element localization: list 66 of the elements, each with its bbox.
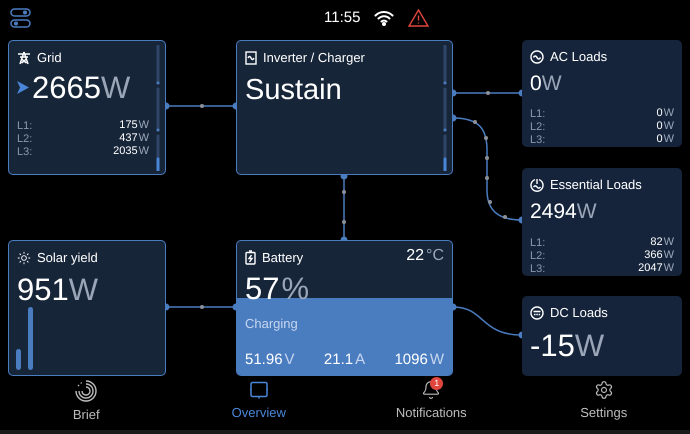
battery-charging-icon xyxy=(245,250,256,266)
power-value: 2494W xyxy=(530,200,597,222)
power-value: 2665W xyxy=(32,72,130,102)
toggles-icon xyxy=(10,8,32,28)
grid-card[interactable]: Grid 2665W L1: 175W L2: 437W L3: 2035W xyxy=(8,40,166,175)
phase-label: L3: xyxy=(17,146,32,158)
warning-icon xyxy=(408,9,430,28)
nav-tab[interactable]: Brief xyxy=(0,377,172,430)
card-title: DC Loads xyxy=(550,304,608,322)
phase-value: 0W xyxy=(656,120,674,134)
phase-value: 0W xyxy=(656,108,674,120)
bell-icon xyxy=(421,380,442,400)
card-title: AC Loads xyxy=(550,48,608,66)
dc-loads-card[interactable]: DC Loads -15W xyxy=(522,296,682,376)
charge-value: 57% xyxy=(245,270,310,306)
phase-value: 175W xyxy=(119,120,149,132)
ac-loads-card[interactable]: AC Loads 0W L1: 0W L2: 0W L3: 0W xyxy=(522,40,682,147)
card-title: Battery xyxy=(262,249,304,267)
phase-label: L3: xyxy=(530,262,546,276)
phase-value: 2035W xyxy=(113,146,149,158)
phase-label: L2: xyxy=(17,132,32,146)
nav-tab[interactable]: Settings xyxy=(518,377,690,430)
arrow-icon xyxy=(17,80,29,94)
card-title: Essential Loads xyxy=(550,176,642,194)
power-value: 951W xyxy=(17,272,98,306)
phase-label: L2: xyxy=(530,250,546,262)
essential-loads-card[interactable]: Essential Loads 2494W L1: 82W L2: 366W L3: 2047W xyxy=(522,168,682,276)
yield-bars-drawing xyxy=(16,307,34,370)
dc-load-icon xyxy=(530,306,544,320)
battery-reading: 51.96V xyxy=(245,352,295,367)
pylon-icon xyxy=(17,50,31,65)
phase-value: 366W xyxy=(644,250,674,262)
phase-label: L1: xyxy=(17,120,32,132)
wifi-icon xyxy=(374,10,394,26)
overview-icon xyxy=(248,380,269,400)
phase-value: 437W xyxy=(119,132,149,146)
notification-badge: 1 xyxy=(430,377,444,390)
inverter-state: Sustain xyxy=(245,74,342,106)
phase-value: 2047W xyxy=(638,262,674,276)
phase-value: 0W xyxy=(656,134,674,146)
phase-label: L1: xyxy=(530,108,546,120)
card-title: Grid xyxy=(37,49,62,67)
phase-value: 82W xyxy=(650,236,674,250)
phase-label: L1: xyxy=(530,236,546,250)
phase-label: L3: xyxy=(530,134,546,146)
sine-wave-icon xyxy=(530,50,544,64)
temperature-value: 22°C xyxy=(406,248,444,264)
power-value: 0W xyxy=(530,72,562,94)
battery-status: Charging xyxy=(245,314,299,333)
phase-label: L2: xyxy=(530,120,546,134)
inverter-icon xyxy=(245,50,257,65)
sun-icon xyxy=(17,250,31,265)
battery-reading: 1096W xyxy=(394,352,444,367)
power-value: -15W xyxy=(530,328,604,362)
clock-time: 11:55 xyxy=(324,8,360,28)
card-title: Inverter / Charger xyxy=(263,49,365,67)
inverter-card[interactable]: Inverter / Charger Sustain xyxy=(236,40,453,175)
nav-tab[interactable]: Overview xyxy=(172,377,345,430)
nav-tab[interactable]: 1 Notifications xyxy=(345,377,518,430)
solar-card[interactable]: Solar yield 951W xyxy=(8,240,166,376)
essential-load-icon xyxy=(530,178,544,192)
concentric-arcs-icon xyxy=(75,380,98,402)
battery-reading: 21.1A xyxy=(324,352,366,367)
card-title: Solar yield xyxy=(37,249,98,267)
battery-card[interactable]: Battery 22°C 57% Charging 51.96V 21.1A 1096W xyxy=(236,240,453,376)
settings-icon xyxy=(594,380,614,400)
